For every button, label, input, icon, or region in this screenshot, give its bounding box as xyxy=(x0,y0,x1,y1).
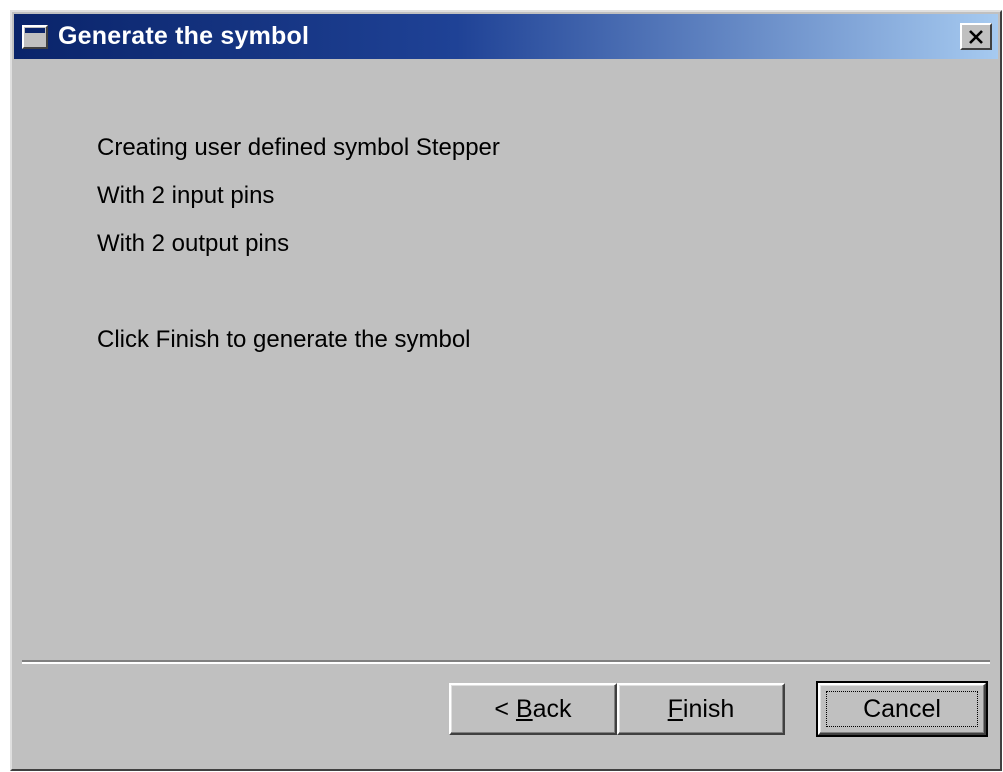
back-button[interactable]: < Back xyxy=(449,683,617,735)
finish-button-label-rest: inish xyxy=(682,694,735,723)
output-pins-text: With 2 output pins xyxy=(97,230,290,257)
close-icon xyxy=(969,29,983,44)
close-button[interactable] xyxy=(960,23,992,50)
back-button-mnemonic: B xyxy=(515,694,533,723)
back-button-label-rest: ack xyxy=(532,694,572,723)
dialog-body: Creating user defined symbol Stepper Wit… xyxy=(12,59,1000,769)
input-pins-text: With 2 input pins xyxy=(97,182,275,209)
finish-button-mnemonic: F xyxy=(667,694,683,723)
finish-instruction-text: Click Finish to generate the symbol xyxy=(97,326,471,353)
title-bar[interactable]: Generate the symbol xyxy=(14,14,998,59)
window-title: Generate the symbol xyxy=(58,22,310,50)
cancel-button-label: Cancel xyxy=(863,694,941,723)
back-button-prefix: < xyxy=(494,694,516,723)
finish-button[interactable]: Finish xyxy=(617,683,785,735)
generate-symbol-dialog: Generate the symbol Creating user define… xyxy=(10,10,1002,771)
separator xyxy=(22,660,990,664)
cancel-button[interactable]: Cancel xyxy=(816,681,988,737)
creating-symbol-text: Creating user defined symbol Stepper xyxy=(97,134,500,161)
window-icon xyxy=(22,24,48,49)
